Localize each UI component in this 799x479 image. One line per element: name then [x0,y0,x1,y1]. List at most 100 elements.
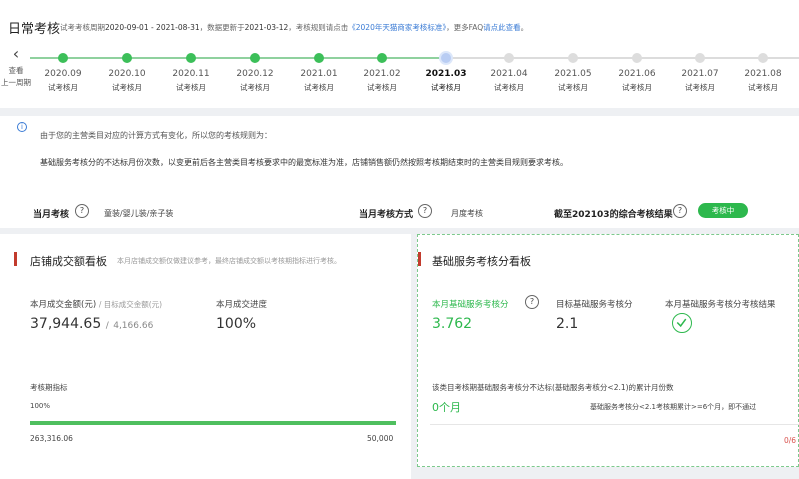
month-type: 试考核月 [48,83,78,92]
month-label: 2020.12 [236,69,274,79]
gmv-separator: / [105,321,109,331]
month-status-dot [377,53,387,63]
help-icon[interactable]: ? [418,204,432,218]
progress-label: 本月成交进度 [216,300,268,310]
month-type: 试考核月 [558,83,588,92]
period-current-value: 263,316.06 [30,434,73,443]
score-result-label: 本月基础服务考核分考核结果 [665,300,776,310]
service-panel-title: 基础服务考核分看板 [432,255,531,268]
month-type: 试考核月 [685,83,715,92]
gmv-value: 37,944.65 / 4,166.66 [30,316,153,332]
info-icon: i [17,122,27,132]
month-status-dot [58,53,68,63]
update-date: 2021-03-12 [244,23,289,32]
month-type: 试考核月 [112,83,142,92]
month-status-dot [439,51,453,65]
month-label: 2020.09 [44,69,82,79]
fail-count-value: 0个月 [432,401,461,414]
fail-rule-text: 基础服务考核分<2.1考核期累计>=6个月，即不通过 [590,403,757,411]
month-status-dot [504,53,514,63]
month-type: 试考核月 [304,83,334,92]
month-status-dot [758,53,768,63]
timeline-month[interactable]: 2021.06 试考核月 [607,44,667,93]
timeline-month[interactable]: 2021.05 试考核月 [543,44,603,93]
timeline-month[interactable]: 2020.12 试考核月 [225,44,285,93]
month-type: 试考核月 [367,83,397,92]
month-label: 2021.01 [300,69,338,79]
timeline-month[interactable]: 2020.11 试考核月 [161,44,221,93]
rule-intro: 由于您的主营类目对应的计算方式有变化，所以您的考核规则为： [40,131,272,140]
section-marker [418,252,421,266]
month-label: 2021.03 [425,69,467,79]
status-badge: 考核中 [698,203,748,218]
target-score-value: 2.1 [556,316,579,332]
assessment-method-value: 月度考核 [451,209,483,218]
progress-value: 100% [216,316,257,332]
faq-prefix: ，更多FAQ [446,23,484,32]
fail-count-label: 该类目考核期基础服务考核分不达标(基础服务考核分<2.1)的累计月份数 [432,383,674,392]
month-status-dot [250,53,260,63]
month-timeline: 2020.09 试考核月 2020.10 试考核月 2020.11 试考核月 2020… [30,44,799,100]
faq-suffix: 。 [520,23,529,32]
timeline-month[interactable]: 2021.07 试考核月 [670,44,730,93]
timeline-month[interactable]: 2021.03 试考核月 [416,44,476,93]
rule-link[interactable]: 《2020年天猫商家考核标准》 [348,23,446,32]
period-prefix: 试考考核周期 [60,23,105,32]
update-prefix: ，数据更新于 [199,23,245,32]
month-type: 试考核月 [431,83,461,92]
gmv-label-text: 本月成交金额(元) [30,300,97,310]
month-assessment-value: 童装/婴儿装/亲子装 [104,209,174,218]
period-progress-bar [30,421,396,425]
fail-ratio: 0/6 [784,436,797,445]
period-note: 试考考核周期2020-09-01 - 2021-08-31，数据更新于2021-… [60,22,528,33]
month-label: 2021.08 [744,69,782,79]
month-label: 2021.06 [618,69,656,79]
month-label: 2020.11 [172,69,210,79]
month-status-dot [695,53,705,63]
help-icon[interactable]: ? [525,295,539,309]
month-type: 试考核月 [748,83,778,92]
timeline-month[interactable]: 2020.10 试考核月 [97,44,157,93]
period-target-value: 50,000 [367,434,394,443]
gmv-label: 本月成交金额(元) / 目标成交金额(元) [30,298,162,310]
timeline-month[interactable]: 2020.09 试考核月 [33,44,93,93]
month-status-dot [568,53,578,63]
timeline-month[interactable]: 2021.02 试考核月 [352,44,412,93]
period-range: 2020-09-01 - 2021-08-31 [105,23,200,32]
timeline-month[interactable]: 2021.08 试考核月 [733,44,793,93]
month-label: 2020.10 [108,69,146,79]
gmv-target-label: / 目标成交金额(元) [98,300,163,309]
timeline-month[interactable]: 2021.01 试考核月 [289,44,349,93]
month-assessment-label: 当月考核 [33,210,70,220]
month-type: 试考核月 [622,83,652,92]
gmv-current: 37,944.65 [30,316,102,332]
previous-period-label-1: 查看 [8,66,24,75]
service-score-value: 3.762 [432,316,473,332]
previous-period-button[interactable]: ‹ 查看 上一周期 [0,42,32,100]
assessment-method-label: 当月考核方式 [359,210,414,220]
fail-progress-track [430,424,799,425]
month-label: 2021.05 [554,69,592,79]
chevron-left-icon: ‹ [12,44,20,63]
month-status-dot [122,53,132,63]
help-icon[interactable]: ? [673,204,687,218]
month-label: 2021.04 [490,69,528,79]
gmv-panel-title: 店铺成交额看板 [30,255,107,268]
rule-prefix: ，考核规则请点击 [288,23,349,32]
month-status-dot [632,53,642,63]
overall-result-label: 截至202103的综合考核结果 [554,210,673,220]
service-score-label: 本月基础服务考核分 [432,300,509,310]
gmv-panel-subtitle: 本月店铺成交额仅做建议参考，最终店铺成交额以考核期指标进行考核。 [117,257,341,265]
page-title: 日常考核 [8,22,61,37]
rule-text: 基础服务考核分的不达标月份次数，以变更前后各主营类目考核要求中的最宽标准为准，店… [40,158,568,167]
month-status-dot [186,53,196,63]
month-type: 试考核月 [494,83,524,92]
timeline-month[interactable]: 2021.04 试考核月 [479,44,539,93]
month-type: 试考核月 [240,83,270,92]
check-icon [672,313,692,333]
target-score-label: 目标基础服务考核分 [556,300,633,310]
period-indicator-label: 考核期指标 [30,383,68,392]
help-icon[interactable]: ? [75,204,89,218]
faq-link[interactable]: 请点此查看 [483,23,521,32]
month-label: 2021.02 [363,69,401,79]
